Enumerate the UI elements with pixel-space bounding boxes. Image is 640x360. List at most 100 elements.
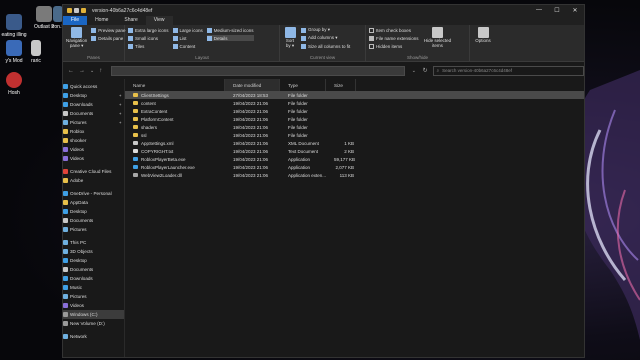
layout-list[interactable]: List	[172, 35, 203, 41]
sidebar-item-label: Downloads	[70, 102, 93, 107]
sidebar-item[interactable]: Desktop	[63, 256, 124, 265]
tab-share[interactable]: Share	[116, 16, 145, 25]
layout-option-label: Extra large icons	[135, 27, 169, 33]
sidebar-item[interactable]: Adobe	[63, 176, 124, 185]
sidebar-item[interactable]: Documents	[63, 265, 124, 274]
file-name: WebView2Loader.dll	[141, 172, 182, 178]
layout-small-icons[interactable]: Small icons	[128, 35, 169, 41]
window-controls: — ☐ ✕	[530, 7, 584, 14]
sidebar-item[interactable]: Documents ✦	[63, 109, 124, 118]
back-arrow-icon[interactable]: ←	[68, 68, 74, 74]
ribbon-group-panes: Navigation pane ▾ Preview pane Details p…	[63, 25, 126, 61]
maximize-button[interactable]: ☐	[548, 7, 566, 14]
sidebar-item[interactable]: Windows (C:)	[63, 310, 124, 319]
file-row[interactable]: WebView2Loader.dll 19/04/2023 21:06 Applic…	[125, 171, 584, 179]
file-row[interactable]: RobloxPlayerBeta.exe 19/04/2023 21:06 Appl…	[125, 155, 584, 163]
sidebar-item[interactable]: Desktop	[63, 207, 124, 216]
column-name[interactable]: Name	[125, 79, 225, 91]
sidebar-item[interactable]: Documents	[63, 216, 124, 225]
sidebar-item[interactable]: Pictures	[63, 225, 124, 234]
column-size[interactable]: Size	[326, 79, 356, 91]
sidebar-item[interactable]: Roblox	[63, 127, 124, 136]
navigation-bar: ← → ⌄ ↑ ⌄ ↻ ⌕ Search version-40b6a27c6c4…	[63, 62, 585, 79]
sidebar-item[interactable]: This PC	[63, 238, 124, 247]
details-icon	[206, 35, 212, 41]
file-row[interactable]: shaders 19/04/2023 21:06 File folder	[125, 123, 584, 131]
desktop-icon[interactable]: Hosh	[0, 72, 28, 96]
layout-medium-icons[interactable]: Medium-sized icons	[206, 27, 254, 33]
folder-icon	[133, 133, 138, 137]
layout-large-icons[interactable]: Large icons	[172, 27, 203, 33]
file-row[interactable]: PlatformContent 19/04/2023 21:06 File fold…	[125, 115, 584, 123]
sidebar-item-icon	[63, 169, 68, 174]
preview-pane-button[interactable]: Preview pane	[91, 27, 126, 33]
sidebar-item[interactable]: Videos	[63, 145, 124, 154]
tab-home[interactable]: Home	[87, 16, 116, 25]
file-row[interactable]: COPYRIGHT.txt 19/04/2023 21:06 Text Docume…	[125, 147, 584, 155]
close-button[interactable]: ✕	[566, 7, 584, 14]
size-columns-button[interactable]: Size all columns to fit	[301, 43, 350, 49]
layout-option-label: Medium-sized icons	[213, 27, 254, 33]
file-row[interactable]: AppSettings.xml 19/04/2023 21:06 XML Docum…	[125, 139, 584, 147]
recent-locations-chevron-icon[interactable]: ⌄	[90, 68, 94, 74]
sort-by-button[interactable]: Sort by ▾	[283, 27, 297, 54]
file-row[interactable]: content 19/04/2023 21:06 File folder	[125, 99, 584, 107]
desktop-icon[interactable]: raric	[22, 40, 50, 64]
navigation-pane-button[interactable]: Navigation pane ▾	[66, 27, 87, 54]
sidebar-item[interactable]: OneDrive - Personal	[63, 189, 124, 198]
sidebar-item[interactable]: Pictures ✦	[63, 118, 124, 127]
sidebar-item-icon	[63, 312, 68, 317]
hide-selected-items-button[interactable]: Hide selected items	[423, 27, 453, 54]
sidebar-item[interactable]: Music	[63, 283, 124, 292]
sidebar-item[interactable]: 3D Objects	[63, 247, 124, 256]
layout-details[interactable]: Details	[206, 35, 254, 41]
sidebar-item[interactable]: Videos	[63, 301, 124, 310]
new-folder-icon[interactable]	[81, 8, 86, 13]
address-bar[interactable]	[111, 65, 406, 76]
sidebar-item[interactable]: Desktop ✦	[63, 91, 124, 100]
layout-content[interactable]: Content	[172, 43, 203, 49]
properties-icon[interactable]	[74, 8, 79, 13]
file-name: ClientSettings	[141, 92, 169, 98]
hidden-items-toggle[interactable]: Hidden items	[369, 43, 419, 49]
layout-option-label: Tiles	[135, 43, 145, 49]
layout-tiles[interactable]: Tiles	[128, 43, 169, 49]
sidebar-item[interactable]: Quick access	[63, 82, 124, 91]
tab-file[interactable]: File	[63, 16, 88, 25]
minimize-button[interactable]: —	[530, 7, 548, 14]
file-row[interactable]: RobloxPlayerLauncher.exe 19/04/2023 21:06…	[125, 163, 584, 171]
sidebar-item[interactable]: Downloads	[63, 274, 124, 283]
tab-view[interactable]: View	[145, 16, 173, 25]
folder-icon[interactable]	[67, 8, 72, 13]
sidebar-item[interactable]: Downloads ✦	[63, 100, 124, 109]
forward-arrow-icon[interactable]: →	[79, 68, 85, 74]
sidebar-item[interactable]: Network	[63, 332, 124, 341]
sidebar-item[interactable]: Videos	[63, 154, 124, 163]
sidebar-item[interactable]: Pictures	[63, 292, 124, 301]
column-date-modified[interactable]: Date modified	[225, 79, 280, 91]
layout-extra-large-icons[interactable]: Extra large icons	[128, 27, 169, 33]
column-type[interactable]: Type	[280, 79, 326, 91]
sidebar-item[interactable]: Creative Cloud Files	[63, 167, 124, 176]
item-check-boxes-toggle[interactable]: Item check boxes	[369, 27, 419, 33]
file-row[interactable]: ExtraContent 19/04/2023 21:06 File folder	[125, 107, 584, 115]
details-pane-button[interactable]: Details pane	[91, 35, 125, 41]
add-columns-button[interactable]: Add columns ▾	[301, 35, 350, 41]
sidebar-item[interactable]: shooker	[63, 136, 124, 145]
ribbon-group-label: Layout	[195, 55, 209, 60]
file-name-cell: PlatformContent	[125, 117, 225, 122]
sidebar-item[interactable]: AppData	[63, 198, 124, 207]
address-dropdown-icon[interactable]: ⌄	[410, 68, 418, 74]
file-name-extensions-toggle[interactable]: File name extensions	[369, 35, 419, 41]
file-row[interactable]: ssl 19/04/2023 21:06 File folder	[125, 131, 584, 139]
file-row[interactable]: ClientSettings 27/04/2023 18:53 File folde…	[125, 91, 584, 99]
up-arrow-icon[interactable]: ↑	[99, 68, 102, 74]
desktop-icon[interactable]: eating illing	[0, 14, 28, 38]
sidebar-item-label: Pictures	[70, 120, 87, 125]
group-by-button[interactable]: Group by ▾	[301, 27, 350, 33]
refresh-icon[interactable]: ↻	[423, 67, 428, 74]
options-button[interactable]: Options	[473, 27, 493, 54]
sidebar-item[interactable]: New Volume (D:)	[63, 319, 124, 328]
file-type: File folder	[288, 92, 308, 98]
search-box[interactable]: ⌕ Search version-40b6a27c6c4d48ef	[432, 65, 585, 76]
